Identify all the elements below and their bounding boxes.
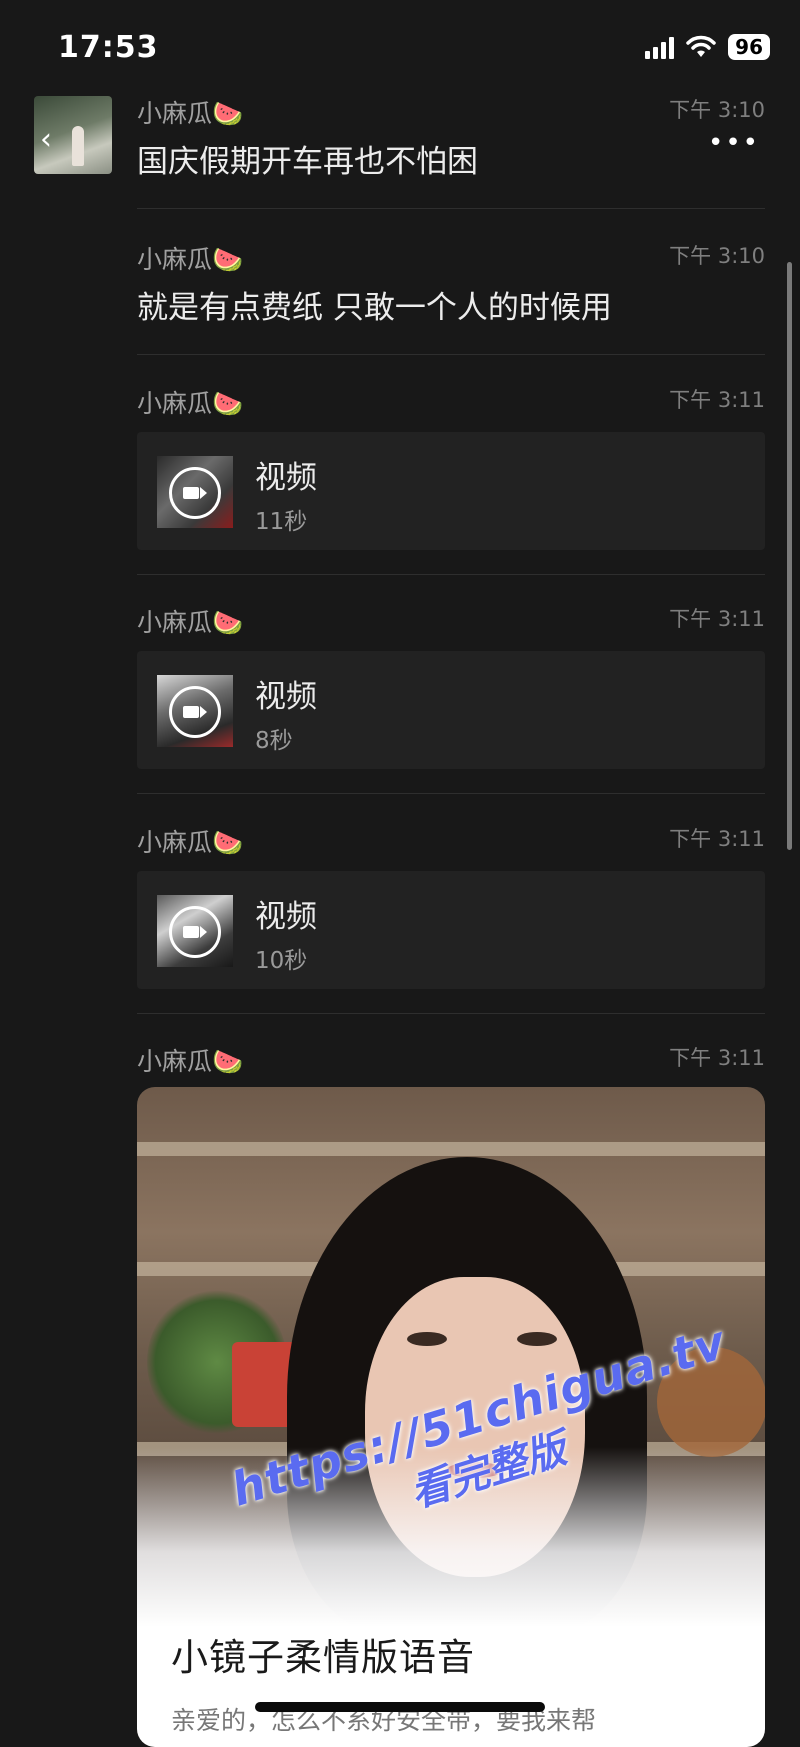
avatar[interactable]: ‹ xyxy=(34,96,112,174)
video-title: 视频 xyxy=(255,899,317,935)
video-message[interactable]: 视频 8秒 xyxy=(137,651,765,769)
video-title: 视频 xyxy=(255,460,317,496)
more-icon[interactable]: ••• xyxy=(708,128,760,158)
sender-name: 小麻瓜🍉 xyxy=(137,389,244,418)
video-duration: 8秒 xyxy=(255,728,293,754)
video-message[interactable]: 视频 10秒 xyxy=(137,871,765,989)
message-time: 下午 3:11 xyxy=(669,1046,765,1070)
divider xyxy=(137,574,765,575)
divider xyxy=(137,1013,765,1014)
video-thumbnail xyxy=(157,895,233,967)
message-text: 就是有点费纸 只敢一个人的时候用 xyxy=(137,290,612,326)
video-title: 视频 xyxy=(255,679,317,715)
video-message[interactable]: 视频 11秒 xyxy=(137,432,765,550)
home-indicator[interactable] xyxy=(255,1702,545,1712)
sender-name: 小麻瓜🍉 xyxy=(137,245,244,274)
cellular-signal-icon xyxy=(645,35,675,59)
message-text: 国庆假期开车再也不怕困 xyxy=(137,144,478,180)
video-camera-icon xyxy=(169,906,221,958)
message-time: 下午 3:11 xyxy=(669,388,765,412)
message-time: 下午 3:11 xyxy=(669,607,765,631)
video-camera-icon xyxy=(169,467,221,519)
divider xyxy=(137,208,765,209)
message-time: 下午 3:10 xyxy=(669,98,765,122)
card-title: 小镜子柔情版语音 xyxy=(171,1636,475,1679)
scrollbar[interactable] xyxy=(787,262,792,850)
status-icons: 96 xyxy=(645,34,770,60)
sender-name: 小麻瓜🍉 xyxy=(137,1047,244,1076)
video-thumbnail xyxy=(157,456,233,528)
status-time: 17:53 xyxy=(58,30,159,65)
message-time: 下午 3:10 xyxy=(669,244,765,268)
divider xyxy=(137,354,765,355)
message-time: 下午 3:11 xyxy=(669,827,765,851)
back-arrow-icon[interactable]: ‹ xyxy=(40,122,52,157)
sender-name: 小麻瓜🍉 xyxy=(137,99,244,128)
divider xyxy=(137,793,765,794)
video-duration: 11秒 xyxy=(255,509,308,535)
video-duration: 10秒 xyxy=(255,948,308,974)
wifi-icon xyxy=(686,35,716,57)
video-camera-icon xyxy=(169,686,221,738)
video-thumbnail xyxy=(157,675,233,747)
sender-name: 小麻瓜🍉 xyxy=(137,828,244,857)
battery-icon: 96 xyxy=(728,34,770,60)
sender-name: 小麻瓜🍉 xyxy=(137,608,244,637)
status-bar: 17:53 96 xyxy=(0,0,800,90)
